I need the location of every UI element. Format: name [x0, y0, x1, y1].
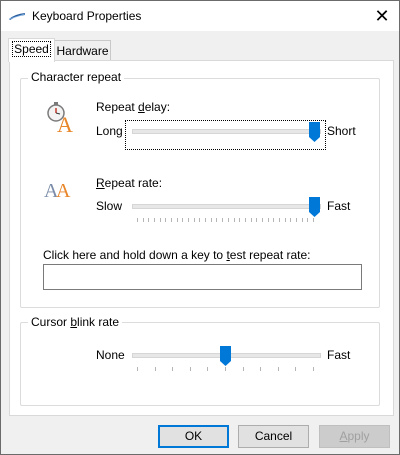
slider-tick [243, 367, 244, 371]
repeat-rate-max-label: Fast [327, 199, 351, 213]
slider-tick [216, 218, 217, 222]
slider-tick [307, 218, 308, 222]
cursor-blink-slider-thumb[interactable] [220, 346, 231, 366]
slider-tick [290, 218, 291, 222]
slider-tick [207, 367, 208, 371]
close-icon: ✕ [374, 6, 390, 26]
test-prompt-label: Click here and hold down a key to test r… [43, 248, 311, 262]
slider-tick [278, 367, 279, 371]
double-letter-a-icon: A A [44, 180, 71, 202]
repeat-rate-label: Repeat rate: [96, 176, 163, 190]
close-button[interactable]: ✕ [365, 1, 399, 31]
slider-tick [222, 218, 223, 222]
keyboard-properties-window: Keyboard Properties ✕ Speed Hardware Cha… [0, 0, 400, 455]
slider-tick [296, 218, 297, 222]
slider-tick [262, 218, 263, 222]
slider-tick [295, 367, 296, 371]
tab-speed[interactable]: Speed [8, 38, 55, 62]
repeat-delay-label: Repeat delay: [96, 100, 171, 114]
slider-tick [268, 218, 269, 222]
slider-tick [190, 367, 191, 371]
slider-tick [279, 218, 280, 222]
slider-tick [165, 218, 166, 222]
slider-tick [313, 218, 314, 222]
cursor-blink-max-label: Fast [327, 348, 351, 362]
slider-tick [256, 218, 257, 222]
window-title: Keyboard Properties [32, 9, 142, 23]
repeat-delay-track[interactable] [132, 129, 321, 134]
slider-tick [143, 218, 144, 222]
svg-text:A: A [56, 180, 71, 202]
slider-tick [177, 218, 178, 222]
slider-tick [285, 218, 286, 222]
tab-hardware[interactable]: Hardware [54, 40, 111, 61]
repeat-delay-max-label: Short [327, 124, 356, 138]
keyboard-icon [9, 13, 25, 20]
repeat-delay-slider-thumb[interactable] [309, 122, 320, 142]
svg-text:A: A [57, 112, 73, 135]
slider-tick [155, 367, 156, 371]
slider-tick [313, 367, 314, 371]
slider-tick [260, 367, 261, 371]
tab-speed-label: Speed [12, 41, 51, 57]
test-repeat-input[interactable] [43, 264, 362, 290]
slider-tick [234, 218, 235, 222]
slider-tick [273, 218, 274, 222]
character-repeat-label: Character repeat [28, 70, 125, 84]
slider-tick [194, 218, 195, 222]
slider-tick [188, 218, 189, 222]
apply-button[interactable]: Apply [319, 425, 390, 448]
slider-tick [302, 218, 303, 222]
slider-tick [199, 218, 200, 222]
slider-tick [182, 218, 183, 222]
cursor-blink-min-label: None [96, 348, 125, 362]
slider-tick [154, 218, 155, 222]
slider-tick [160, 218, 161, 222]
slider-tick [171, 218, 172, 222]
slider-tick [148, 218, 149, 222]
slider-tick [225, 367, 226, 371]
repeat-rate-track[interactable] [132, 204, 321, 209]
repeat-rate-slider-thumb[interactable] [309, 197, 320, 217]
slider-tick [205, 218, 206, 222]
slider-tick [239, 218, 240, 222]
cancel-button[interactable]: Cancel [238, 425, 309, 448]
ok-button[interactable]: OK [158, 425, 229, 448]
slider-tick [251, 218, 252, 222]
repeat-rate-min-label: Slow [96, 199, 123, 213]
title-bar[interactable]: Keyboard Properties ✕ [1, 1, 399, 31]
cursor-blink-rate-group [20, 322, 380, 406]
slider-tick [137, 218, 138, 222]
slider-tick [228, 218, 229, 222]
slider-tick [245, 218, 246, 222]
tab-hardware-label: Hardware [56, 44, 109, 58]
repeat-delay-focus-rect [125, 120, 326, 150]
slider-tick [172, 367, 173, 371]
repeat-delay-min-label: Long [96, 124, 123, 138]
stopwatch-letter-a-icon: A [47, 102, 73, 135]
slider-tick [211, 218, 212, 222]
cursor-blink-rate-label: Cursor blink rate [28, 315, 123, 329]
slider-tick [137, 367, 138, 371]
